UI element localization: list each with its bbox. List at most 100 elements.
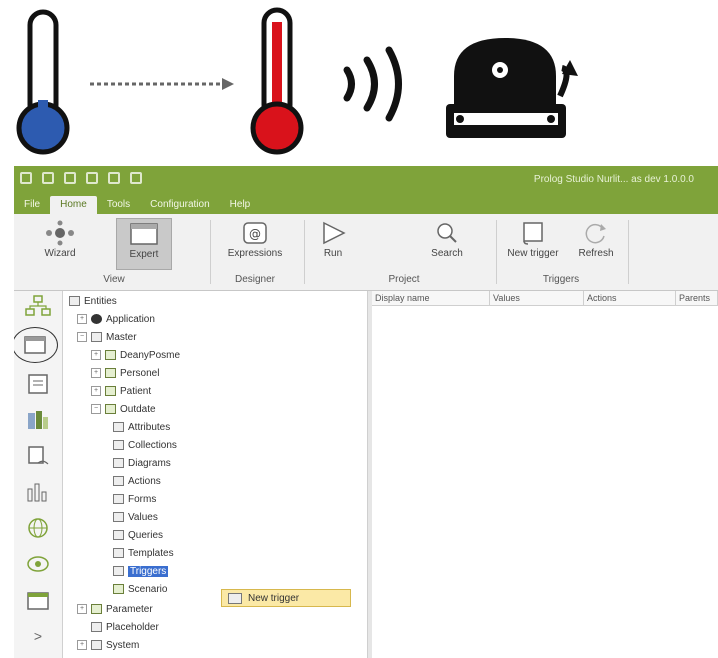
tree-item-label: Patient <box>120 385 152 397</box>
tree-leaf-scenario[interactable]: Scenario <box>113 581 167 597</box>
tree-item-label: Application <box>106 313 155 325</box>
tree-item-label: DeanyPosme <box>120 349 181 361</box>
tree-leaf-label: Queries <box>128 529 164 541</box>
refresh-button[interactable]: Refresh <box>572 218 620 268</box>
triggers-icon <box>113 566 124 576</box>
expressions-button[interactable]: @ Expressions <box>220 218 290 268</box>
values-icon <box>113 512 124 522</box>
entities-nav-icon[interactable] <box>24 293 52 319</box>
new-trigger-icon <box>517 218 549 248</box>
calendar-nav-icon[interactable] <box>24 587 52 613</box>
search-icon <box>431 218 463 248</box>
tree-leaf-collections[interactable]: Collections <box>113 437 177 453</box>
tree-leaf-values[interactable]: Values <box>113 509 158 525</box>
menu-icon[interactable] <box>20 172 32 184</box>
search-button[interactable]: Search <box>424 218 470 268</box>
tree-item-patient[interactable]: + Patient <box>91 383 151 399</box>
group-separator <box>628 220 629 284</box>
context-menu-label: New trigger <box>248 592 300 604</box>
tree-leaf-label: Templates <box>128 547 174 559</box>
context-menu-new-trigger[interactable]: New trigger <box>221 589 351 607</box>
entity-icon <box>105 386 116 396</box>
copy-icon[interactable] <box>108 172 120 184</box>
tree-leaf-forms[interactable]: Forms <box>113 491 156 507</box>
expand-icon[interactable]: + <box>77 640 87 650</box>
menu-help[interactable]: Help <box>220 196 261 214</box>
new-trigger-icon <box>228 592 242 604</box>
expand-icon[interactable]: + <box>91 350 101 360</box>
system-icon <box>91 640 102 650</box>
entities-icon <box>69 296 80 306</box>
document-nav-icon[interactable] <box>24 371 52 397</box>
alarm-bell-icon <box>446 38 578 138</box>
tree-leaf-label: Actions <box>128 475 161 487</box>
search-label: Search <box>431 248 463 259</box>
folder-icon <box>91 332 102 342</box>
trigger-grid: Display name Values Actions Parents <box>372 291 718 658</box>
tree-item-label: System <box>106 639 140 651</box>
column-header-values[interactable]: Values <box>490 291 584 305</box>
templates-icon <box>113 548 124 558</box>
bar-chart-nav-icon[interactable] <box>24 479 52 505</box>
tree-item-outdate[interactable]: − Outdate <box>91 401 156 417</box>
column-header-actions[interactable]: Actions <box>584 291 676 305</box>
column-header-display-name[interactable]: Display name <box>372 291 490 305</box>
group-triggers-label: Triggers <box>542 274 580 285</box>
scenario-icon <box>113 584 124 594</box>
tree-item-deanery[interactable]: + DeanyPosme <box>91 347 180 363</box>
column-header-parents[interactable]: Parents <box>676 291 718 305</box>
collapse-icon[interactable]: − <box>77 332 87 342</box>
menu-file[interactable]: File <box>14 196 50 214</box>
expand-icon[interactable]: + <box>91 386 101 396</box>
buildings-nav-icon[interactable] <box>24 407 52 433</box>
collapse-icon[interactable]: − <box>91 404 101 414</box>
tree-item-application[interactable]: + Application <box>77 311 155 327</box>
tree-leaf-label: Attributes <box>128 421 171 433</box>
tree-leaf-triggers[interactable]: Triggers <box>113 563 169 579</box>
tree-root[interactable]: Entities <box>69 293 117 309</box>
tree-leaf-attributes[interactable]: Attributes <box>113 419 170 435</box>
tree-item-parameter[interactable]: + Parameter <box>77 601 153 617</box>
new-trigger-button[interactable]: New trigger <box>504 218 562 268</box>
signature-nav-icon[interactable] <box>24 443 52 469</box>
undo-icon[interactable] <box>86 172 98 184</box>
left-navigation-bar: > <box>14 291 63 658</box>
tree-leaf-templates[interactable]: Templates <box>113 545 174 561</box>
expand-icon[interactable]: + <box>77 604 87 614</box>
globe-nav-icon[interactable] <box>24 515 52 541</box>
menu-home[interactable]: Home <box>50 196 97 214</box>
menu-tools[interactable]: Tools <box>97 196 140 214</box>
tree-item-system[interactable]: + System <box>77 637 139 653</box>
folder-icon[interactable] <box>130 172 142 184</box>
application-icon <box>91 314 102 324</box>
application-window: Prolog Studio Nurlit... as dev 1.0.0.0 F… <box>14 166 718 658</box>
refresh-label: Refresh <box>578 248 614 259</box>
wizard-button[interactable]: Wizard <box>36 218 84 268</box>
tree-leaf-diagrams[interactable]: Diagrams <box>113 455 171 471</box>
tree-leaf-actions[interactable]: Actions <box>113 473 161 489</box>
tree-item-placeholder[interactable]: Placeholder <box>91 619 159 635</box>
new-trigger-label: New trigger <box>507 248 559 259</box>
expand-icon[interactable]: + <box>91 368 101 378</box>
tree-item-personnel[interactable]: + Personel <box>91 365 159 381</box>
expert-label: Expert <box>129 249 159 260</box>
tree-item-label: Outdate <box>120 403 156 415</box>
wizard-icon <box>44 218 76 248</box>
expand-icon[interactable]: + <box>77 314 87 324</box>
collections-icon <box>113 440 124 450</box>
save-icon[interactable] <box>42 172 54 184</box>
run-button[interactable]: Run <box>314 218 352 268</box>
tree-leaf-queries[interactable]: Queries <box>113 527 163 543</box>
run-label: Run <box>323 248 343 259</box>
expert-view-nav-icon[interactable] <box>14 327 58 363</box>
entity-icon <box>105 368 116 378</box>
settings-icon[interactable] <box>64 172 76 184</box>
menu-configuration[interactable]: Configuration <box>140 196 219 214</box>
expert-button[interactable]: Expert <box>116 218 172 270</box>
group-view-label: View <box>103 274 125 285</box>
wizard-label: Wizard <box>44 248 76 259</box>
quick-access-toolbar <box>20 172 142 184</box>
eye-nav-icon[interactable] <box>24 551 52 577</box>
tree-item-master[interactable]: − Master <box>77 329 137 345</box>
chevron-right-icon[interactable]: > <box>24 623 52 649</box>
